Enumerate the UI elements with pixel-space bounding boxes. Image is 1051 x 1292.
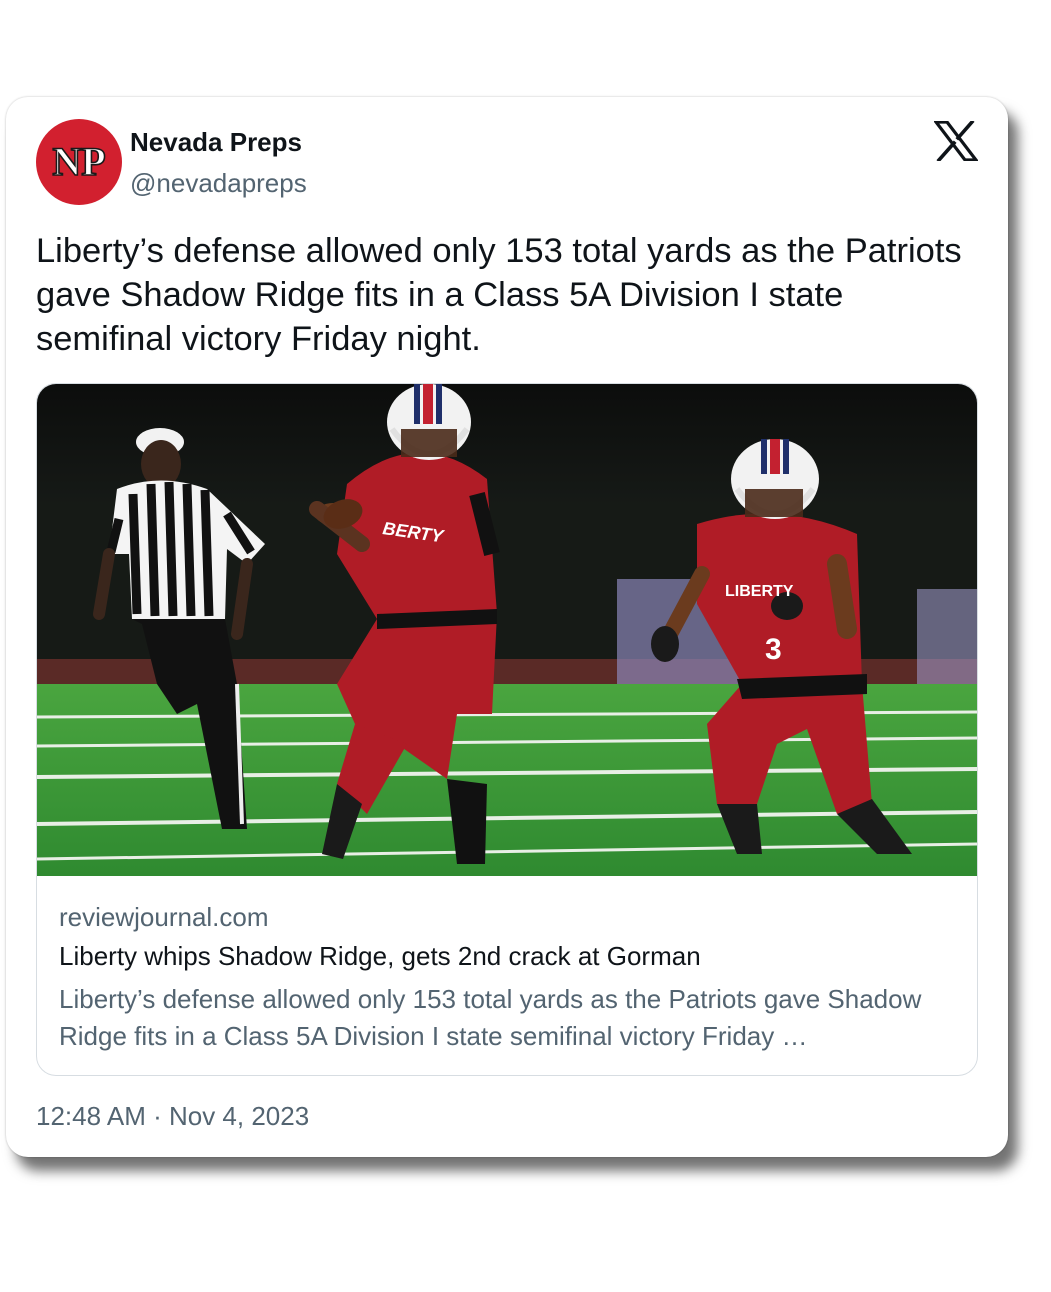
jersey-text-2: LIBERTY xyxy=(725,583,794,600)
timestamp[interactable]: 12:48 AM · Nov 4, 2023 xyxy=(36,1101,309,1132)
tweet-text: Liberty’s defense allowed only 153 total… xyxy=(36,232,962,358)
jersey-number: 3 xyxy=(765,633,782,666)
article-image[interactable]: BERTY LIBERTY 3 xyxy=(37,384,977,876)
x-logo-icon[interactable] xyxy=(934,121,978,161)
link-domain: reviewjournal.com xyxy=(59,902,269,932)
np-logo: NP xyxy=(52,140,107,184)
author-name[interactable]: Nevada Preps xyxy=(130,127,302,158)
author-handle[interactable]: @nevadapreps xyxy=(130,168,307,199)
helmet-2 xyxy=(731,439,819,519)
np-logo-text: NP xyxy=(52,140,105,184)
helmet-1 xyxy=(387,384,471,460)
avatar[interactable]: NP xyxy=(36,119,122,205)
link-description: Liberty’s defense allowed only 153 total… xyxy=(59,984,922,1051)
tweet-card[interactable]: NP Nevada Preps @nevadapreps Liberty’s d… xyxy=(6,97,1008,1157)
link-title[interactable]: Liberty whips Shadow Ridge, gets 2nd cra… xyxy=(59,941,701,972)
link-preview-card[interactable]: BERTY LIBERTY 3 reviewjournal.com Libert… xyxy=(36,383,978,1076)
